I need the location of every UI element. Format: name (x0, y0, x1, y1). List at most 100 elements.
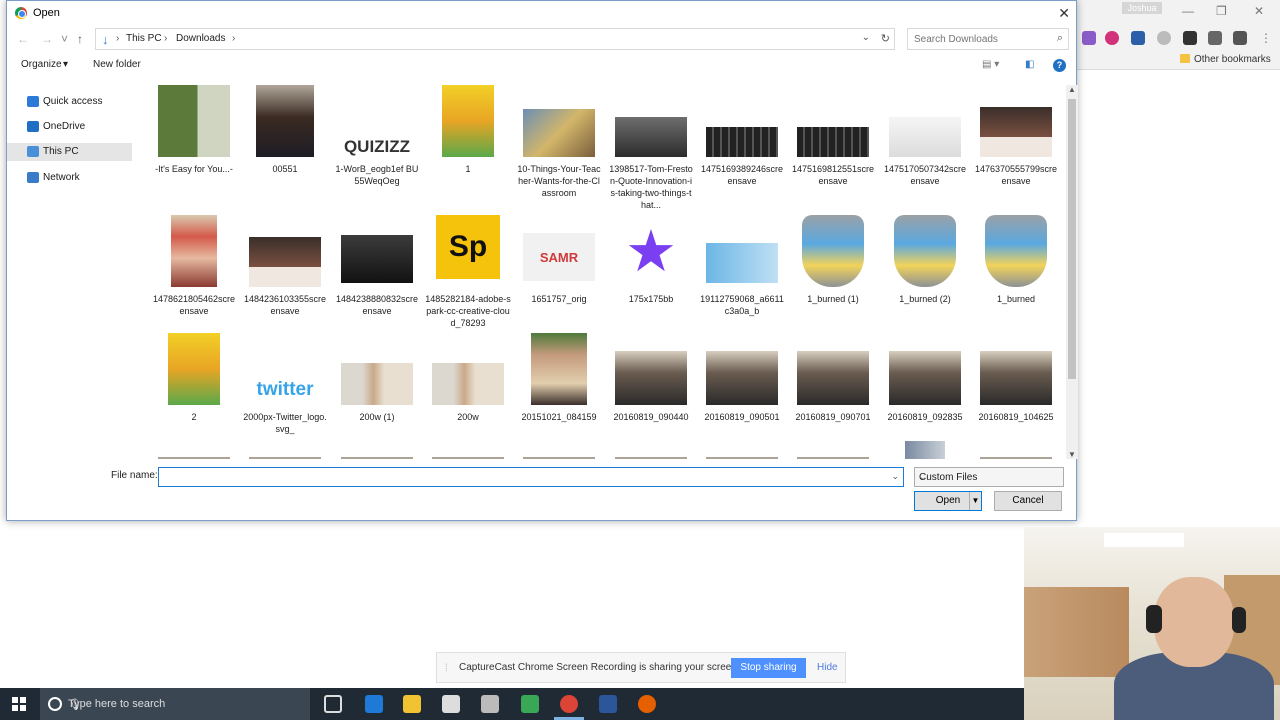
file-item[interactable]: 20160819_092835 (882, 333, 968, 453)
extension-icon[interactable] (1131, 31, 1145, 45)
search-icon[interactable]: ⌕ (1057, 32, 1063, 45)
nav-item-quick-access[interactable]: Quick access (7, 93, 132, 111)
file-type-select[interactable]: Custom Files ⌄ (914, 467, 1064, 487)
file-item[interactable]: 20160819_090440 (608, 333, 694, 453)
nav-item-this-pc[interactable]: This PC (7, 143, 132, 161)
chrome-taskbar-icon[interactable] (560, 695, 578, 713)
file-item[interactable]: 1 (425, 85, 511, 205)
file-item[interactable]: 1476370555799screensave (973, 85, 1059, 205)
file-item-partial[interactable] (334, 457, 420, 459)
address-bar[interactable]: ↓ › This PC › Downloads › ⌄ ↻ (95, 28, 895, 50)
file-item-partial[interactable] (699, 457, 785, 459)
recent-locations-icon[interactable]: ˅ (61, 32, 68, 46)
file-item[interactable]: 19112759068_a6611c3a0a_b (699, 215, 785, 335)
chevron-down-icon[interactable]: ⌄ (891, 471, 899, 482)
chevron-down-icon[interactable]: ⌄ (862, 32, 870, 43)
scroll-thumb[interactable] (1068, 99, 1076, 379)
file-item[interactable]: 1478621805462screensave (151, 215, 237, 335)
file-item[interactable]: 200w (425, 333, 511, 453)
file-item[interactable]: SAMR 1651757_orig (516, 215, 602, 335)
breadcrumb-this-pc[interactable]: This PC (126, 33, 162, 44)
search-input[interactable] (908, 29, 1038, 49)
file-item-partial[interactable] (973, 457, 1059, 459)
file-item[interactable]: 2 (151, 333, 237, 453)
file-name-input[interactable] (159, 468, 879, 486)
file-item[interactable]: 1475169389246screensave (699, 85, 785, 205)
windows-start-icon[interactable] (12, 697, 26, 711)
file-item[interactable]: -It's Easy for You...- (151, 85, 237, 205)
edge-icon[interactable] (365, 695, 383, 713)
organize-menu[interactable]: Organize (21, 59, 62, 70)
file-item[interactable]: 00551 (242, 85, 328, 205)
file-item[interactable]: ★ 175x175bb (608, 215, 694, 335)
file-explorer-icon[interactable] (403, 695, 421, 713)
open-options-icon[interactable]: ▼ (969, 492, 981, 510)
nav-item-network[interactable]: Network (7, 169, 132, 187)
file-item-partial[interactable] (151, 457, 237, 459)
extension-icon[interactable] (1157, 31, 1171, 45)
nav-item-onedrive[interactable]: OneDrive (7, 118, 132, 136)
restore-icon[interactable]: ❐ (1216, 4, 1227, 18)
file-name-field[interactable]: ⌄ (158, 467, 904, 487)
breadcrumb-downloads[interactable]: Downloads (176, 33, 225, 44)
file-item[interactable]: 1484238880832screensave (334, 215, 420, 335)
help-icon[interactable]: ? (1053, 59, 1066, 72)
drag-handle-icon[interactable]: ⁞ (445, 663, 448, 674)
back-icon[interactable]: ← (17, 32, 29, 46)
hide-button[interactable]: Hide (817, 662, 838, 673)
file-item[interactable]: 1475170507342screensave (882, 85, 968, 205)
chrome-profile-button[interactable]: Joshua (1122, 2, 1162, 14)
camtasia-icon[interactable] (521, 695, 539, 713)
extension-icon[interactable] (1105, 31, 1119, 45)
new-folder-button[interactable]: New folder (93, 59, 141, 70)
view-options-icon[interactable]: ▤ ▾ (982, 59, 999, 70)
minimize-icon[interactable]: — (1182, 4, 1194, 18)
store-icon[interactable] (442, 695, 460, 713)
file-item[interactable]: 20151021_084159 (516, 333, 602, 453)
scroll-down-icon[interactable]: ▼ (1068, 450, 1076, 459)
scrollbar[interactable]: ▲ ▼ (1066, 85, 1078, 459)
file-item[interactable]: 20160819_090501 (699, 333, 785, 453)
file-item[interactable]: Sp 1485282184-adobe-spark-cc-creative-clo… (425, 215, 511, 335)
file-item[interactable]: 10-Things-Your-Teacher-Wants-for-the-Cla… (516, 85, 602, 205)
file-item-partial[interactable] (516, 457, 602, 459)
up-icon[interactable]: ↑ (77, 32, 83, 46)
file-item[interactable]: 1_burned (2) (882, 215, 968, 335)
file-item[interactable]: 20160819_104625 (973, 333, 1059, 453)
search-field[interactable]: ⌕ (907, 28, 1069, 50)
file-item-partial[interactable] (608, 457, 694, 459)
chrome-close-icon[interactable]: ✕ (1254, 4, 1264, 18)
extension-icon[interactable] (1183, 31, 1197, 45)
file-item[interactable]: QUIZIZZ 1-WorB_eogb1ef BU55WeqOeg (334, 85, 420, 205)
word-icon[interactable] (599, 695, 617, 713)
file-item[interactable]: 1475169812551screensave (790, 85, 876, 205)
organize-arrow-icon[interactable]: ▾ (63, 59, 68, 70)
file-item[interactable]: 1398517-Tom-Freston-Quote-Innovation-is-… (608, 85, 694, 210)
forward-icon[interactable]: → (41, 32, 53, 46)
file-item[interactable]: 200w (1) (334, 333, 420, 453)
open-button[interactable]: Open ▼ (914, 491, 982, 511)
cancel-button[interactable]: Cancel (994, 491, 1062, 511)
file-item-partial[interactable] (790, 457, 876, 459)
other-bookmarks-link[interactable]: Other bookmarks (1194, 54, 1271, 65)
file-item-partial[interactable] (242, 457, 328, 459)
menu-icon[interactable]: ⋮ (1260, 31, 1272, 45)
file-item[interactable]: 1_burned (973, 215, 1059, 335)
file-item[interactable]: 1_burned (1) (790, 215, 876, 335)
file-item-partial[interactable] (425, 457, 511, 459)
taskbar-search[interactable]: Type here to search 🎙 (40, 688, 310, 720)
scroll-up-icon[interactable]: ▲ (1068, 85, 1076, 94)
file-item-partial[interactable] (882, 441, 968, 459)
firefox-icon[interactable] (638, 695, 656, 713)
extension-icon[interactable] (1082, 31, 1096, 45)
extension-icon[interactable] (1233, 31, 1247, 45)
file-item[interactable]: 1484236103355screensave (242, 215, 328, 335)
file-item[interactable]: 20160819_090701 (790, 333, 876, 453)
app-icon[interactable] (481, 695, 499, 713)
preview-pane-icon[interactable]: ◧ (1025, 59, 1034, 70)
task-view-icon[interactable] (324, 695, 342, 713)
stop-sharing-button[interactable]: Stop sharing (731, 658, 806, 678)
close-icon[interactable]: ✕ (1058, 5, 1070, 22)
refresh-icon[interactable]: ↻ (881, 32, 890, 45)
file-item[interactable]: twitter 2000px-Twitter_logo.svg_ (242, 333, 328, 453)
